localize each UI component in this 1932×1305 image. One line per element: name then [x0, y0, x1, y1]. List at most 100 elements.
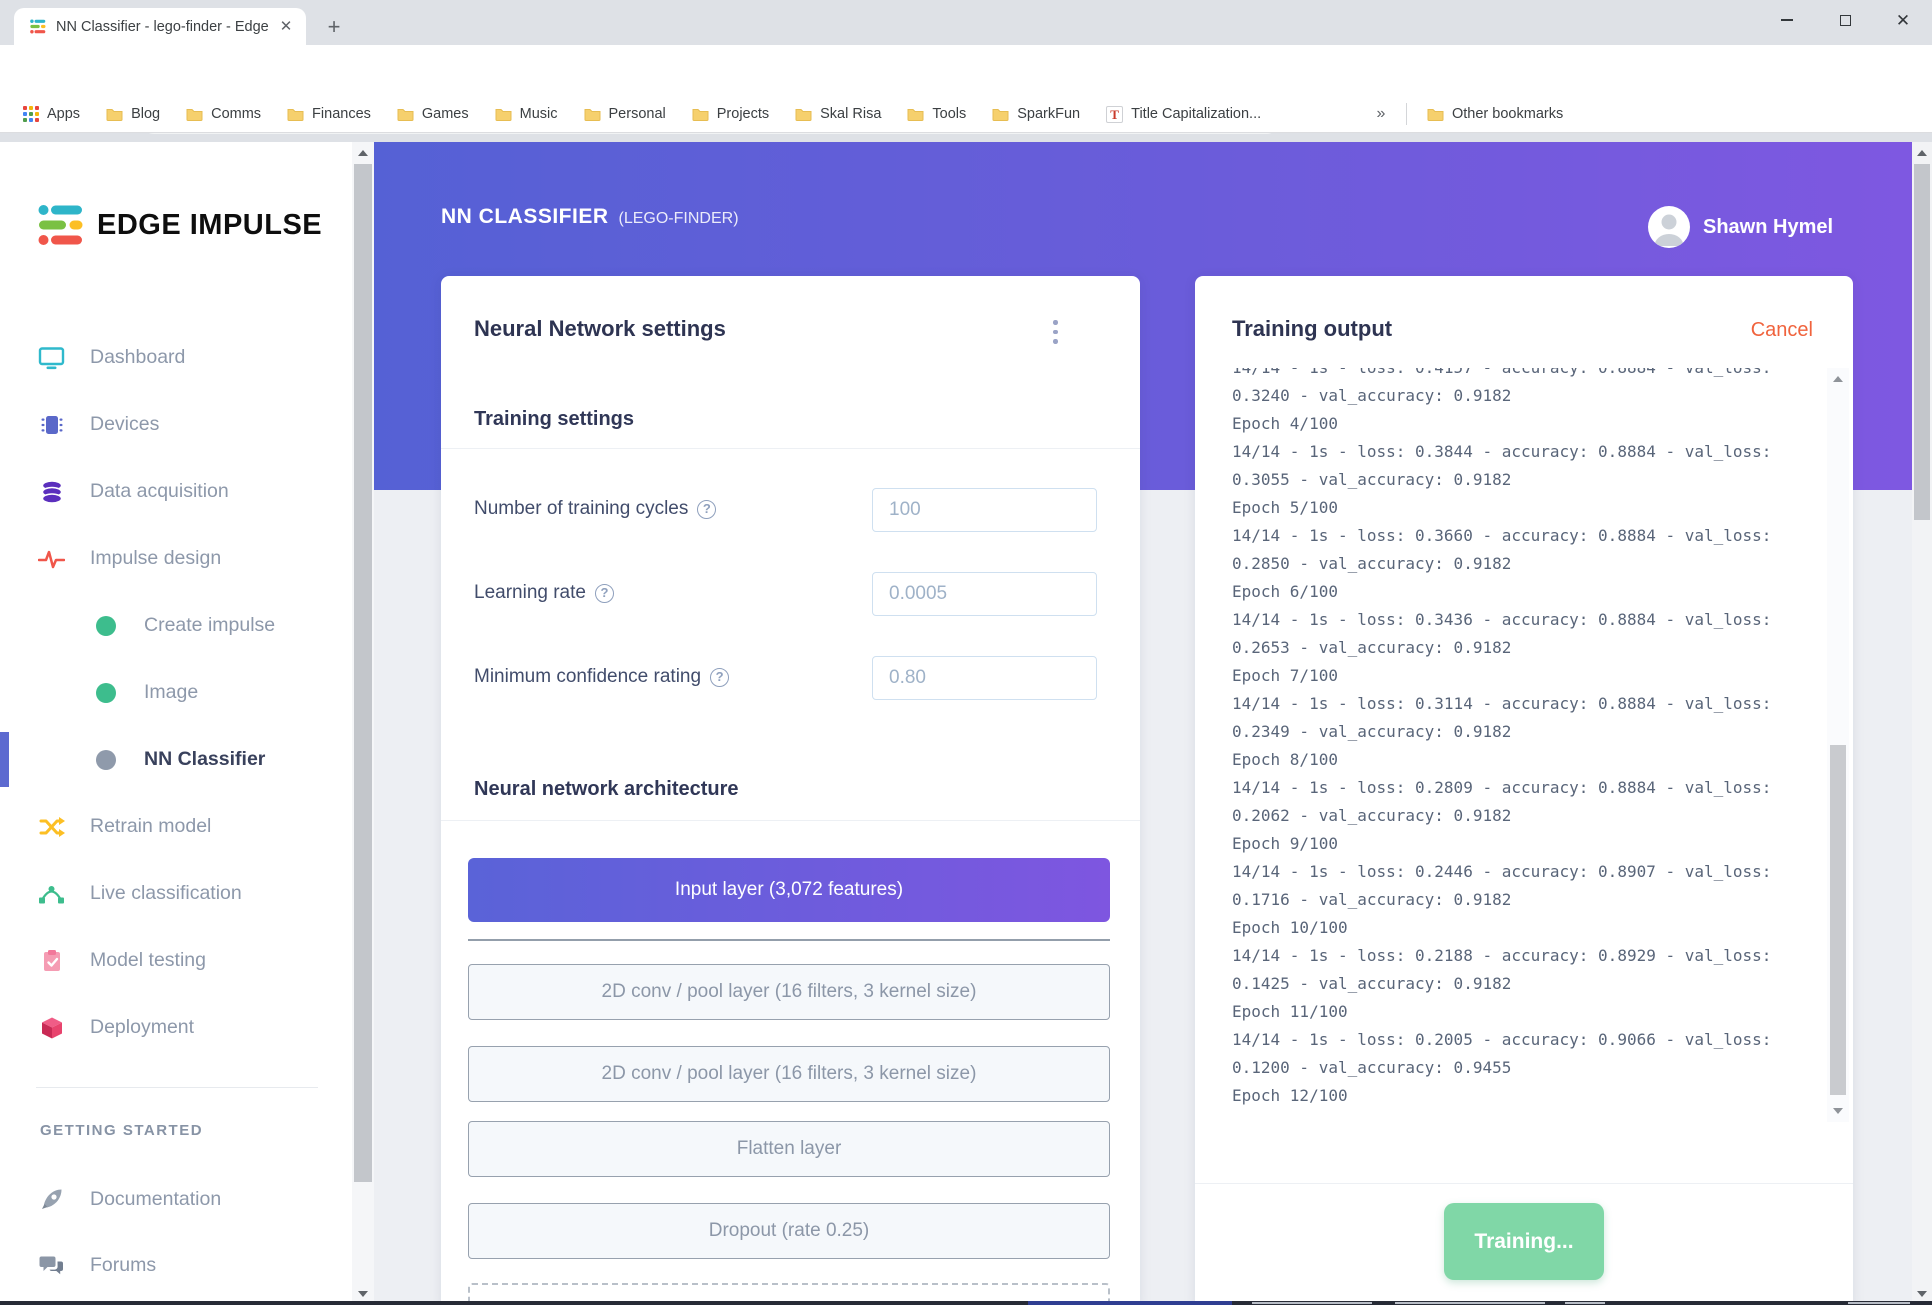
sidebar-item-dashboard[interactable]: Dashboard: [0, 324, 352, 391]
help-icon[interactable]: ?: [594, 583, 614, 603]
cancel-link[interactable]: Cancel: [1751, 319, 1813, 342]
maximize-icon: [1839, 14, 1851, 26]
title-cap-icon: T: [1106, 105, 1124, 123]
window-close-button[interactable]: ✕: [1874, 0, 1932, 40]
scroll-down-arrow-icon[interactable]: [358, 1291, 368, 1297]
console-line: 14/14 - 1s - loss: 0.2446 - accuracy: 0.…: [1232, 862, 1772, 881]
bookmark-folder-finances[interactable]: Finances: [274, 100, 384, 128]
layer-conv-1[interactable]: 2D conv / pool layer (16 filters, 3 kern…: [468, 964, 1110, 1020]
edge-impulse-logo[interactable]: EDGE IMPULSE: [38, 204, 322, 246]
sidebar-item-deployment[interactable]: Deployment: [0, 994, 352, 1061]
bookmarks-overflow-chevron[interactable]: »: [1368, 101, 1394, 127]
sidebar-item-retrain-model[interactable]: Retrain model: [0, 793, 352, 860]
tab-strip: NN Classifier - lego-finder - Edge ✕ + ✕: [0, 0, 1932, 45]
bookmark-title-capitalization[interactable]: T Title Capitalization...: [1093, 100, 1274, 128]
bookmark-folder-blog[interactable]: Blog: [93, 100, 173, 128]
folder-icon: [907, 109, 924, 121]
other-bookmarks-folder[interactable]: Other bookmarks: [1414, 100, 1576, 128]
new-tab-button[interactable]: +: [320, 14, 348, 42]
console-line: 14/14 - 1s - loss: 0.3660 - accuracy: 0.…: [1232, 526, 1772, 545]
sidebar-item-model-testing[interactable]: Model testing: [0, 927, 352, 994]
card-menu-icon[interactable]: [1053, 320, 1058, 344]
tab-close-icon[interactable]: ✕: [276, 17, 296, 37]
scroll-down-arrow-icon[interactable]: [1917, 1291, 1927, 1297]
page-scrollbar[interactable]: [1912, 142, 1932, 1305]
folder-icon: [692, 109, 709, 121]
apps-grid-icon: [23, 106, 39, 122]
close-icon: ✕: [1895, 10, 1911, 30]
sidebar-item-data-acquisition[interactable]: Data acquisition: [0, 458, 352, 525]
bookmark-folder-sparkfun[interactable]: SparkFun: [979, 100, 1093, 128]
scroll-up-arrow-icon[interactable]: [358, 150, 368, 156]
bookmark-folder-projects[interactable]: Projects: [679, 100, 782, 128]
training-cycles-input[interactable]: [872, 488, 1097, 532]
scrollbar-thumb[interactable]: [1914, 164, 1930, 520]
scrollbar-thumb[interactable]: [354, 164, 372, 1182]
sidebar-item-documentation[interactable]: Documentation: [0, 1166, 352, 1232]
console-line: 0.3240 - val_accuracy: 0.9182: [1232, 386, 1512, 405]
learning-rate-input[interactable]: [872, 572, 1097, 616]
sidebar-item-image[interactable]: Image: [0, 659, 352, 726]
section-divider: [441, 448, 1140, 449]
help-icon[interactable]: ?: [697, 499, 717, 519]
page-title: NN CLASSIFIER: [441, 205, 609, 228]
chat-bubbles-icon: [38, 1254, 65, 1276]
clipboard-check-icon: [38, 949, 65, 973]
sidebar-item-live-classification[interactable]: Live classification: [0, 860, 352, 927]
edge-impulse-favicon: [30, 19, 46, 34]
section-divider: [441, 820, 1140, 821]
console-line: Epoch 9/100: [1232, 834, 1338, 853]
card-title: Neural Network settings: [474, 316, 726, 341]
training-console[interactable]: 14/14 - 1s - loss: 0.4157 - accuracy: 0.…: [1195, 368, 1853, 1122]
training-settings-heading: Training settings: [474, 408, 635, 430]
clipped-bottom-element: [0, 1301, 1932, 1305]
field-label-training-cycles: Number of training cycles ?: [474, 498, 717, 520]
layer-flatten[interactable]: Flatten layer: [468, 1121, 1110, 1177]
console-line: Epoch 6/100: [1232, 582, 1338, 601]
window-minimize-button[interactable]: [1758, 0, 1816, 40]
bookmark-apps[interactable]: Apps: [10, 100, 93, 128]
sidebar-item-forums[interactable]: Forums: [0, 1232, 352, 1298]
min-confidence-input[interactable]: [872, 656, 1097, 700]
scroll-up-arrow-icon[interactable]: [1833, 376, 1843, 382]
status-dot-icon: [96, 615, 116, 636]
layer-dropout[interactable]: Dropout (rate 0.25): [468, 1203, 1110, 1259]
bookmark-folder-skal-risa[interactable]: Skal Risa: [782, 100, 894, 128]
console-line: 14/14 - 1s - loss: 0.3114 - accuracy: 0.…: [1232, 694, 1772, 713]
monitor-icon: [38, 346, 65, 370]
architecture-heading: Neural network architecture: [474, 778, 739, 800]
console-scrollbar[interactable]: [1827, 368, 1849, 1122]
user-name: Shawn Hymel: [1703, 215, 1834, 238]
sidebar-item-devices[interactable]: Devices: [0, 391, 352, 458]
sidebar-item-nn-classifier[interactable]: NN Classifier: [0, 726, 352, 793]
page-title-row: NN CLASSIFIER (LEGO-FINDER): [441, 205, 739, 229]
bookmark-folder-games[interactable]: Games: [384, 100, 482, 128]
input-layer-button[interactable]: Input layer (3,072 features): [468, 858, 1110, 922]
bookmark-folder-music[interactable]: Music: [482, 100, 571, 128]
chip-icon: [38, 413, 65, 437]
browser-tab[interactable]: NN Classifier - lego-finder - Edge ✕: [14, 8, 306, 45]
pulse-icon: [38, 547, 65, 571]
bookmark-folder-personal[interactable]: Personal: [571, 100, 679, 128]
help-icon[interactable]: ?: [710, 667, 730, 687]
neural-network-settings-card: Neural Network settings Training setting…: [441, 276, 1140, 1305]
scroll-up-arrow-icon[interactable]: [1917, 150, 1927, 156]
bookmark-folder-comms[interactable]: Comms: [173, 100, 274, 128]
scrollbar-thumb[interactable]: [1830, 745, 1846, 1095]
console-line: 0.1200 - val_accuracy: 0.9455: [1232, 1058, 1512, 1077]
bookmark-folder-tools[interactable]: Tools: [894, 100, 979, 128]
layer-conv-2[interactable]: 2D conv / pool layer (16 filters, 3 kern…: [468, 1046, 1110, 1102]
sidebar-scrollbar[interactable]: [352, 142, 374, 1305]
console-line: 14/14 - 1s - loss: 0.2809 - accuracy: 0.…: [1232, 778, 1772, 797]
bookmarks-bar: Apps Blog Comms Finances Games Music Per…: [0, 95, 1932, 133]
status-dot-icon: [96, 749, 116, 770]
console-line: Epoch 11/100: [1232, 1002, 1348, 1021]
user-menu[interactable]: Shawn Hymel: [1648, 206, 1833, 248]
training-button[interactable]: Training...: [1444, 1203, 1604, 1280]
sidebar-item-impulse-design[interactable]: Impulse design: [0, 525, 352, 592]
scroll-down-arrow-icon[interactable]: [1833, 1108, 1843, 1114]
window-maximize-button[interactable]: [1816, 0, 1874, 40]
sidebar-item-create-impulse[interactable]: Create impulse: [0, 592, 352, 659]
sidebar-section-label: GETTING STARTED: [40, 1122, 204, 1139]
sidebar: EDGE IMPULSE Dashboard Devices Data acqu…: [0, 142, 352, 1305]
